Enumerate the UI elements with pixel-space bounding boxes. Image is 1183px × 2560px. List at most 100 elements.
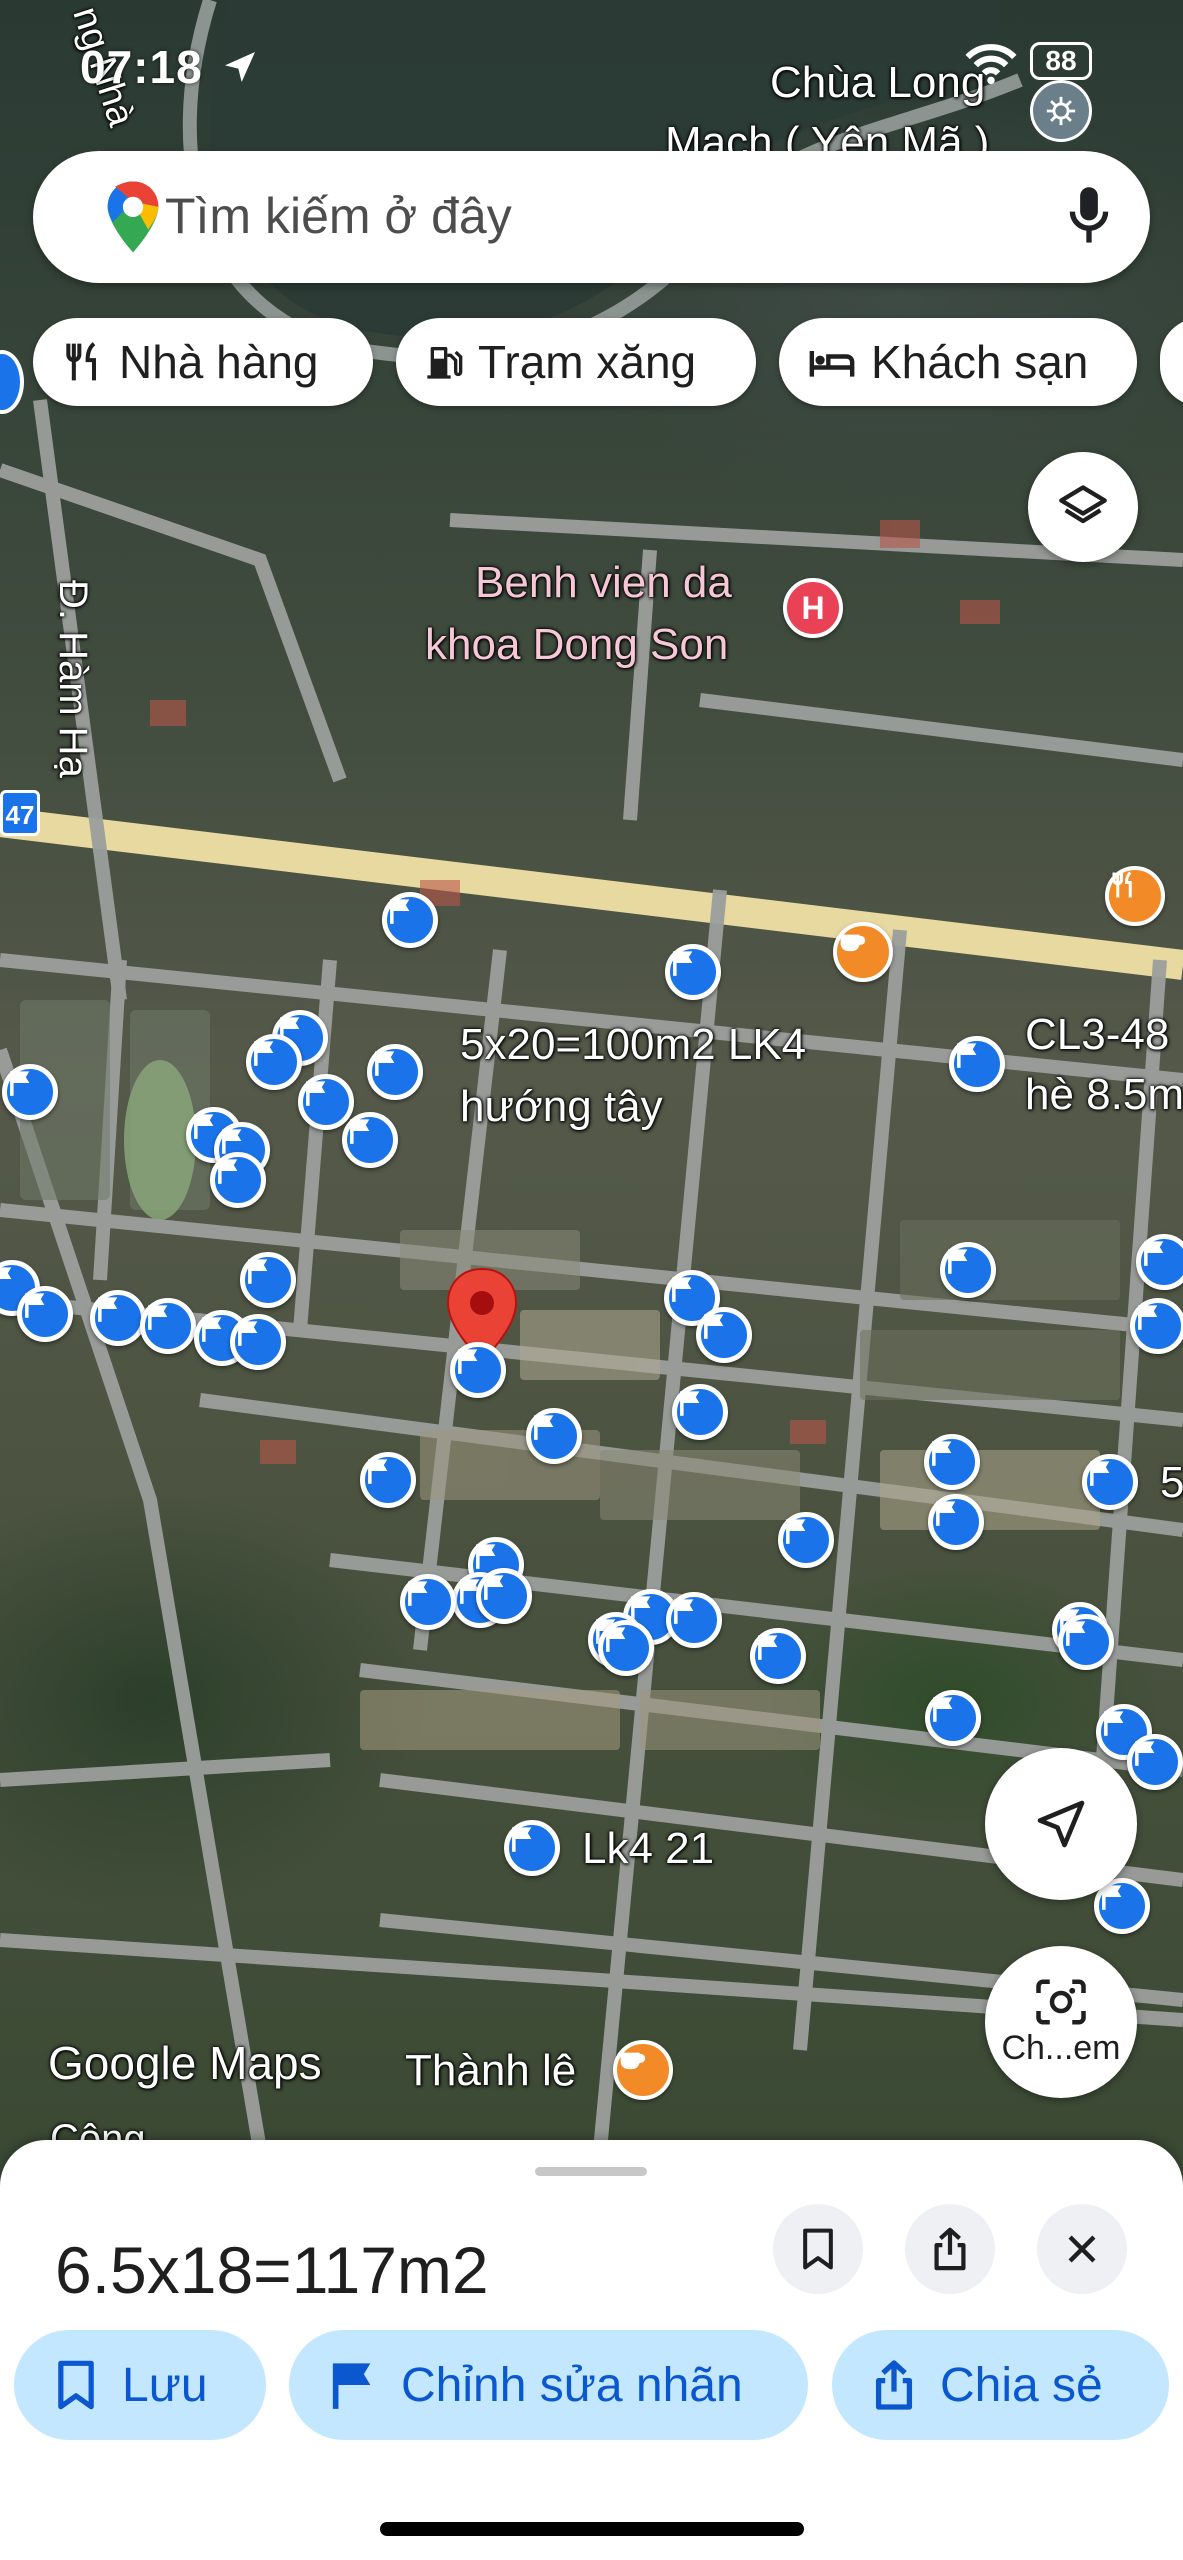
chip-restaurants[interactable]: Nhà hàng: [33, 318, 373, 406]
hospital-icon[interactable]: H: [783, 578, 843, 638]
road-number-badge: 47: [0, 790, 40, 836]
close-button[interactable]: [1037, 2204, 1127, 2294]
saved-place-flag-pin[interactable]: [342, 1112, 398, 1168]
lot-label-lk4-21[interactable]: Lk4 21: [582, 1822, 714, 1876]
saved-place-flag-pin[interactable]: [598, 1620, 654, 1676]
flag-icon: [148, 1305, 168, 1330]
cafe-poi-icon[interactable]: [613, 2040, 673, 2100]
saved-place-flag-pin[interactable]: [450, 1342, 506, 1398]
battery-icon: 88: [1030, 42, 1092, 80]
flag-icon: [375, 1051, 395, 1076]
saved-place-flag-pin[interactable]: [240, 1252, 296, 1308]
share-icon: [872, 2357, 916, 2413]
saved-place-flag-pin[interactable]: [140, 1298, 196, 1354]
saved-place-flag-pin[interactable]: [666, 1592, 722, 1648]
saved-place-flag-pin[interactable]: [1127, 1734, 1183, 1790]
google-maps-pin-icon: [107, 181, 159, 253]
saved-place-flag-pin[interactable]: [526, 1408, 582, 1464]
chip-restaurants-label: Nhà hàng: [119, 336, 319, 388]
saved-place-flag-pin[interactable]: [230, 1314, 286, 1370]
place-bottom-sheet[interactable]: 6.5x18=117m2 Lưu Chỉnh sửa nhãn Chia sẻ: [0, 2140, 1183, 2560]
flag-icon: [238, 1321, 258, 1346]
temple-label[interactable]: Chùa Long: [770, 56, 985, 110]
saved-place-flag-pin[interactable]: [1082, 1454, 1138, 1510]
saved-place-flag-pin[interactable]: [504, 1820, 560, 1876]
chip-gas-stations[interactable]: Trạm xăng: [396, 318, 756, 406]
road-label-ham-ha: Đ. Hàm Hạ: [51, 580, 95, 778]
saved-place-flag-pin[interactable]: [1130, 1298, 1183, 1354]
flag-icon: [1090, 1461, 1110, 1486]
flag-icon: [933, 1697, 953, 1722]
saved-place-flag-pin[interactable]: [2, 1064, 58, 1120]
saved-place-flag-pin[interactable]: [928, 1494, 984, 1550]
saved-place-flag-pin[interactable]: [696, 1307, 752, 1363]
chip-gas-stations-label: Trạm xăng: [478, 336, 697, 388]
gas-station-icon: [424, 340, 464, 384]
flag-icon: [1144, 1241, 1164, 1266]
saved-place-flag-pin[interactable]: [949, 1036, 1005, 1092]
lot-label-lk4-line2[interactable]: hướng tây: [460, 1080, 663, 1134]
lot-label-cl3[interactable]: CL3-48: [1025, 1008, 1169, 1062]
edit-label-button[interactable]: Chỉnh sửa nhãn: [289, 2330, 808, 2440]
saved-place-flag-pin[interactable]: [382, 892, 438, 948]
my-location-button[interactable]: [985, 1748, 1137, 1900]
saved-place-flag-pin[interactable]: [665, 944, 721, 1000]
flag-icon: [1135, 1741, 1155, 1766]
flag-icon: [758, 1635, 778, 1660]
saved-place-flag-pin[interactable]: [17, 1286, 73, 1342]
saved-place-flag-pin[interactable]: [924, 1434, 980, 1490]
saved-place-flag-pin[interactable]: [925, 1690, 981, 1746]
share-icon-button[interactable]: [905, 2204, 995, 2294]
flag-icon: [408, 1581, 428, 1606]
chip-hotels[interactable]: Khách sạn: [779, 318, 1137, 406]
flag-icon: [202, 1317, 222, 1342]
saved-place-flag-pin[interactable]: [367, 1044, 423, 1100]
restaurant-poi-icon[interactable]: [1105, 866, 1165, 926]
flag-icon: [957, 1043, 977, 1068]
flag-icon: [672, 1277, 692, 1302]
temple-poi-icon[interactable]: [1030, 80, 1092, 142]
wifi-icon: [965, 44, 1017, 85]
share-button[interactable]: Chia sẻ: [832, 2330, 1169, 2440]
saved-place-flag-pin[interactable]: [1058, 1614, 1114, 1670]
flag-icon: [786, 1519, 806, 1544]
flag-icon: [484, 1575, 504, 1600]
share-button-label: Chia sẻ: [940, 2358, 1103, 2412]
saved-place-flag-pin[interactable]: [298, 1074, 354, 1130]
lot-label-cl3-line2[interactable]: hè 8.5m: [1025, 1068, 1183, 1122]
hotel-bed-icon: [807, 340, 857, 384]
saved-place-flag-pin[interactable]: [672, 1384, 728, 1440]
search-input[interactable]: Tìm kiếm ở đây: [165, 187, 512, 245]
saved-place-flag-pin[interactable]: [360, 1452, 416, 1508]
flag-icon: [194, 1114, 214, 1139]
flag-icon: [704, 1314, 724, 1339]
hospital-label-line2[interactable]: khoa Dong Son: [425, 618, 728, 672]
navigation-arrow-icon: [1037, 1800, 1085, 1848]
saved-place-flag-pin[interactable]: [90, 1290, 146, 1346]
flag-icon: [1104, 1711, 1124, 1736]
saved-place-flag-pin[interactable]: [210, 1152, 266, 1208]
save-button[interactable]: Lưu: [14, 2330, 266, 2440]
lens-search-button[interactable]: Ch...em: [985, 1946, 1137, 2098]
saved-place-flag-pin[interactable]: [246, 1034, 302, 1090]
saved-place-flag-pin[interactable]: [778, 1512, 834, 1568]
microphone-icon[interactable]: [1066, 185, 1112, 247]
saved-place-flag-pin[interactable]: [1136, 1234, 1183, 1290]
layers-button[interactable]: [1028, 452, 1138, 562]
flag-icon: [948, 1249, 968, 1274]
saved-place-flag-pin[interactable]: [750, 1628, 806, 1684]
cafe-poi-icon-top[interactable]: [833, 922, 893, 982]
save-icon-button[interactable]: [773, 2204, 863, 2294]
flag-icon: [368, 1459, 388, 1484]
drag-handle[interactable]: [535, 2167, 647, 2176]
flag-icon: [674, 1599, 694, 1624]
cafe-label-thanh-le[interactable]: Thành lê: [405, 2044, 576, 2098]
saved-place-flag-pin[interactable]: [400, 1574, 456, 1630]
edge-label: 5: [1160, 1458, 1183, 1507]
flag-icon: [218, 1159, 238, 1184]
saved-place-flag-pin[interactable]: [940, 1242, 996, 1298]
hospital-label[interactable]: Benh vien da: [475, 556, 732, 610]
saved-place-flag-pin[interactable]: [476, 1568, 532, 1624]
search-bar[interactable]: Tìm kiếm ở đây: [33, 151, 1150, 283]
lot-label-lk4[interactable]: 5x20=100m2 LK4: [460, 1018, 806, 1072]
